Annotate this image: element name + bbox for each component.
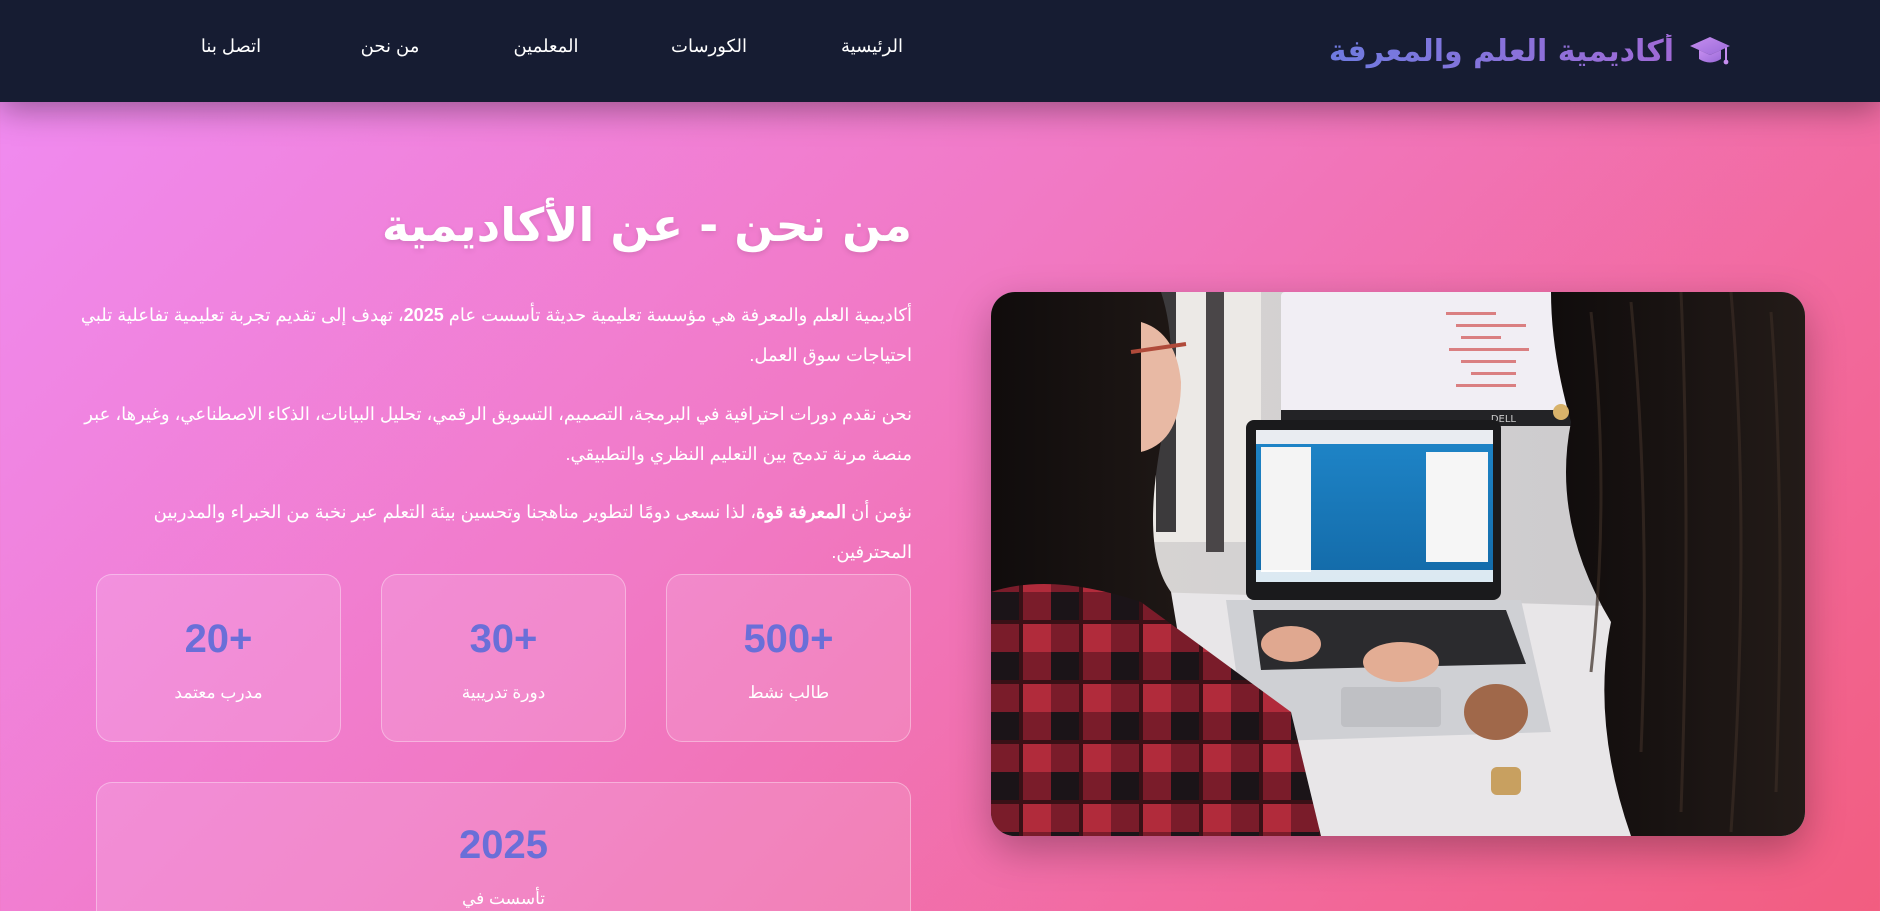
- nav-about[interactable]: من نحن: [361, 36, 420, 57]
- founded-label: تأسست في: [461, 889, 546, 908]
- about-photo: DELL: [991, 292, 1805, 836]
- brand-logo[interactable]: أكاديمية العلم والمعرفة: [1329, 28, 1732, 74]
- about-paragraph-3: نؤمن أن المعرفة قوة، لذا نسعى دومًا لتطو…: [70, 492, 912, 572]
- brand-name: أكاديمية العلم والمعرفة: [1328, 33, 1674, 69]
- about-paragraph-2: نحن نقدم دورات احترافية في البرمجة، التص…: [84, 404, 912, 464]
- stat-students-label: طالب نشط: [747, 683, 830, 702]
- about-paragraph-1-text-a: أكاديمية العلم والمعرفة هي مؤسسة تعليمية…: [443, 305, 912, 325]
- knowledge-is-power: المعرفة قوة: [756, 502, 847, 522]
- stat-card-students: 500+ طالب نشط: [666, 574, 911, 742]
- nav-contact[interactable]: اتصل بنا: [201, 36, 261, 57]
- nav-home[interactable]: الرئيسية: [841, 36, 903, 57]
- students-laptop-image: DELL: [991, 292, 1805, 836]
- founding-year: 2025: [403, 305, 444, 325]
- about-paragraph-3-text-a: نؤمن أن: [846, 502, 912, 522]
- stat-courses-label: دورة تدريبية: [461, 683, 546, 702]
- stat-trainers-label: مدرب معتمد: [174, 683, 263, 702]
- stat-card-founded: 2025 تأسست في: [96, 782, 911, 911]
- founded-value: 2025: [459, 823, 548, 867]
- nav-courses[interactable]: الكورسات: [671, 36, 747, 57]
- about-paragraph-1: أكاديمية العلم والمعرفة هي مؤسسة تعليمية…: [70, 295, 912, 375]
- stat-students-value: 500+: [743, 617, 834, 661]
- stat-trainers-value: 20+: [184, 617, 253, 661]
- stat-card-trainers: 20+ مدرب معتمد: [96, 574, 341, 742]
- stat-courses-value: 30+: [469, 617, 538, 661]
- top-navbar: أكاديمية العلم والمعرفة الرئيسية الكورسا…: [0, 0, 1880, 102]
- stat-card-courses: 30+ دورة تدريبية: [381, 574, 626, 742]
- graduation-cap-icon: [1690, 37, 1730, 65]
- nav-teachers[interactable]: المعلمين: [513, 36, 578, 57]
- page-title: من نحن - عن الأكاديمية: [381, 198, 912, 252]
